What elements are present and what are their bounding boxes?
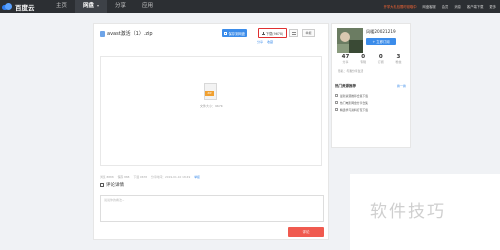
save-button-label: 保存到网盘: [228, 31, 245, 36]
logo[interactable]: 百度云: [2, 2, 35, 12]
submit-comment-button[interactable]: 评论: [288, 227, 324, 237]
user-stats: 47 分享 0 专辑 0 订阅 3 粉丝: [338, 54, 406, 64]
stat-label: 专辑: [360, 60, 367, 64]
stat-subscriptions[interactable]: 0 订阅: [373, 54, 388, 64]
checkbox-icon: [335, 101, 338, 104]
stat-shares[interactable]: 47 分享: [338, 54, 353, 64]
save-to-netdisk-button[interactable]: 保存到网盘: [222, 29, 247, 37]
menu-icon: [291, 31, 296, 35]
download-button-label: 下载(9678): [265, 31, 284, 36]
avatar[interactable]: [337, 28, 363, 53]
download-count: 下载 9678: [133, 175, 148, 179]
top-link-vip[interactable]: 会员: [442, 4, 449, 9]
hot-resources-title: 热门资源推荐: [335, 84, 356, 88]
stat-albums[interactable]: 0 专辑: [356, 54, 371, 64]
top-link-more[interactable]: 更多: [489, 4, 496, 9]
nav-item-share[interactable]: 分享: [107, 0, 134, 13]
comment-icon: [100, 183, 104, 187]
stat-fans[interactable]: 3 粉丝: [391, 54, 406, 64]
checkbox-icon: [335, 108, 338, 111]
stat-label: 粉丝: [395, 60, 402, 64]
watermark-text: 软件技巧: [370, 202, 446, 222]
stat-label: 订阅: [377, 60, 384, 64]
list-item-label: 精选学习资料打包下载: [340, 107, 368, 112]
file-preview-area: [100, 56, 322, 166]
file-panel: avast激活（1）.zip 保存到网盘 下载(9678) 举报 分享 收藏 Z…: [93, 23, 329, 240]
save-count: 保存 888: [117, 175, 130, 179]
list-item[interactable]: 最新资源推荐合集下载: [335, 92, 409, 99]
main-nav: 主页 网盘 分享 应用: [48, 0, 161, 13]
user-bio: 签名：与我分享生活: [338, 69, 364, 73]
share-actions: 分享 收藏: [257, 40, 273, 44]
nav-item-apps[interactable]: 应用: [134, 0, 161, 13]
favorite-link[interactable]: 收藏: [267, 40, 273, 44]
download-button[interactable]: 下载(9678): [258, 28, 287, 38]
username[interactable]: 风暖20021219: [366, 29, 396, 35]
nav-item-netdisk-label: 网盘: [83, 3, 95, 9]
subscribe-button[interactable]: + 立即订阅: [366, 38, 396, 45]
download-icon: [261, 31, 265, 35]
file-name: avast激活（1）.zip: [107, 31, 153, 37]
save-icon: [224, 31, 227, 35]
list-item-label: 热门电影网盘分享合集: [340, 100, 368, 105]
comments-heading: 评论详情: [100, 182, 124, 188]
top-link-messages[interactable]: 消息: [454, 4, 461, 9]
list-item[interactable]: 精选学习资料打包下载: [335, 106, 409, 113]
top-link-client[interactable]: 客户端下载: [467, 4, 483, 9]
logo-text: 百度云: [15, 3, 35, 12]
share-link[interactable]: 分享: [257, 40, 263, 44]
promo-link[interactable]: 开学大礼包限时领取中: [384, 4, 417, 9]
comment-input[interactable]: 说说你的看法~: [100, 195, 324, 222]
zip-tag: ZIP: [205, 91, 214, 96]
user-sidebar: 风暖20021219 + 立即订阅 47 分享 0 专辑 0 订阅 3 粉丝 签名：与我…: [331, 23, 411, 148]
cloud-logo-icon: [2, 3, 13, 10]
hot-resources-list: 最新资源推荐合集下载 热门电影网盘分享合集 精选学习资料打包下载: [335, 92, 409, 113]
report-link[interactable]: 举报: [194, 175, 200, 179]
list-item[interactable]: 热门电影网盘分享合集: [335, 99, 409, 106]
list-item-label: 最新资源推荐合集下载: [340, 93, 368, 98]
refresh-link[interactable]: 换一换: [397, 84, 406, 88]
top-link-support[interactable]: 网盘客服: [423, 4, 436, 9]
share-date: 分享时间：2019-01-10 18:49: [151, 175, 191, 179]
top-links: 开学大礼包限时领取中 网盘客服 会员 消息 客户端下载 更多: [384, 0, 496, 13]
comments-title: 评论详情: [106, 183, 124, 188]
file-type-icon: [100, 31, 105, 37]
nav-item-netdisk[interactable]: 网盘: [75, 0, 108, 13]
file-meta: 浏览 8888 保存 888 下载 9678 分享时间：2019-01-10 1…: [100, 175, 200, 179]
chevron-down-icon: [97, 4, 100, 7]
stat-label: 分享: [342, 60, 349, 64]
zip-file-icon: ZIP: [204, 83, 221, 102]
file-size: 文件大小：967K: [200, 104, 223, 108]
nav-item-home[interactable]: 主页: [48, 0, 75, 13]
checkbox-icon: [335, 94, 338, 97]
report-button[interactable]: 举报: [302, 29, 315, 37]
view-count: 浏览 8888: [100, 175, 114, 179]
top-navigation-bar: 百度云 主页 网盘 分享 应用 开学大礼包限时领取中 网盘客服 会员 消息 客户…: [0, 0, 500, 13]
more-options-button[interactable]: [289, 29, 298, 37]
